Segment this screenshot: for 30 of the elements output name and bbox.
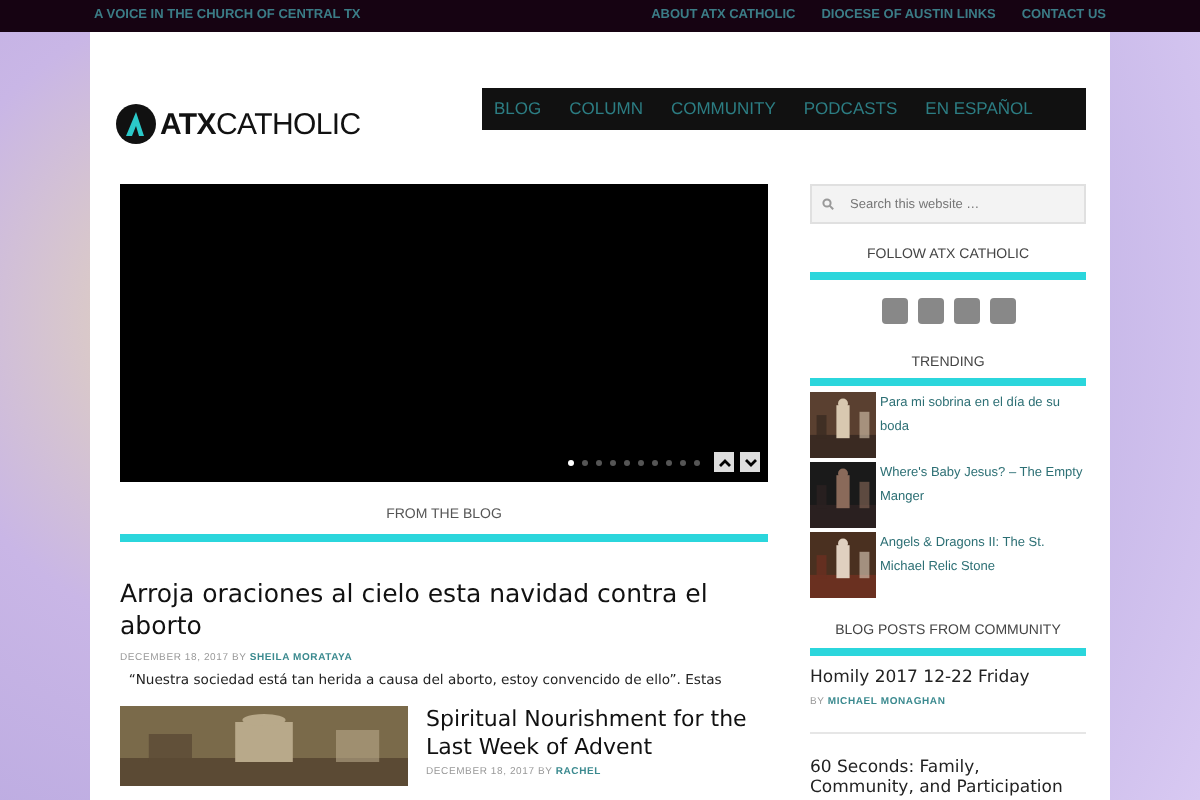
nav-link[interactable]: COMMUNITY bbox=[670, 96, 776, 122]
slide-dot[interactable] bbox=[638, 459, 644, 465]
slide-dot[interactable] bbox=[610, 459, 616, 465]
slide-dot[interactable] bbox=[666, 459, 672, 465]
post-title[interactable]: Arroja oraciones al cielo esta navidad contra el aborto bbox=[120, 577, 768, 641]
slide-dot[interactable] bbox=[680, 459, 686, 465]
logo-icon bbox=[116, 104, 156, 144]
slide-up-button[interactable] bbox=[714, 452, 734, 472]
chevron-down-icon bbox=[743, 457, 757, 467]
slide-down-button[interactable] bbox=[740, 452, 760, 472]
slide-dot[interactable] bbox=[582, 459, 588, 465]
post-title[interactable]: Spiritual Nourishment for the Last Week of Advent bbox=[426, 706, 768, 762]
nav-link[interactable]: EN ESPAÑOL bbox=[925, 96, 1033, 122]
slide-dot[interactable] bbox=[568, 459, 574, 465]
social-icon[interactable] bbox=[917, 297, 943, 323]
slide-dot[interactable] bbox=[624, 459, 630, 465]
nav-link[interactable]: COLUMN bbox=[569, 96, 643, 122]
post-title[interactable]: Homily 2017 12-22 Friday bbox=[810, 667, 1086, 688]
slide-dot[interactable] bbox=[652, 459, 658, 465]
post-title[interactable]: 60 Seconds: Family, Community, and Participation bbox=[810, 757, 1086, 799]
nav-link[interactable]: PODCASTS bbox=[803, 96, 898, 122]
chevron-up-icon bbox=[717, 457, 731, 467]
social-icon[interactable] bbox=[989, 297, 1015, 323]
slide-dot[interactable] bbox=[596, 459, 602, 465]
search-icon bbox=[822, 198, 834, 210]
logo-text[interactable]: ATXCATHOLIC bbox=[160, 109, 361, 139]
nav-link[interactable]: BLOG bbox=[494, 96, 542, 122]
slide-dot[interactable] bbox=[694, 459, 700, 465]
social-icon[interactable] bbox=[881, 297, 907, 323]
social-icon[interactable] bbox=[953, 297, 979, 323]
